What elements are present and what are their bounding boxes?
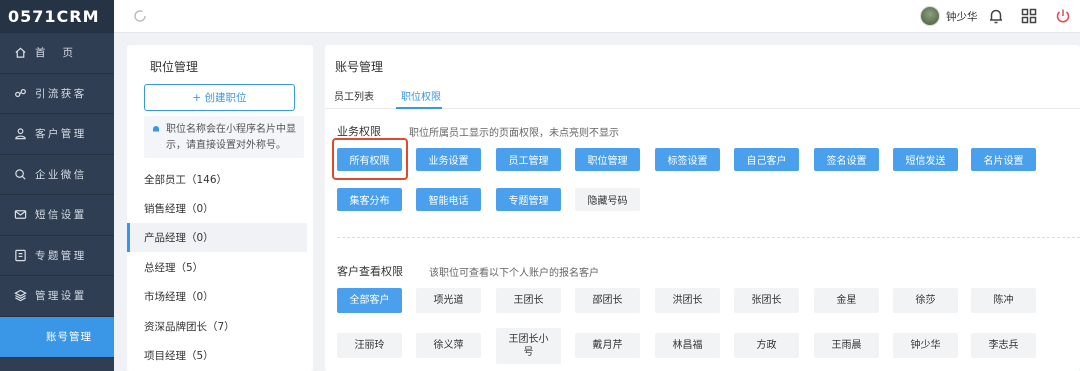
position-item[interactable]: 市场经理（0） xyxy=(127,282,313,311)
customer-scope-user[interactable]: 徐义萍 xyxy=(416,333,481,358)
sidebar-item-home[interactable]: 首页 xyxy=(0,33,114,74)
customer-scope-user[interactable]: 汪丽玲 xyxy=(337,333,402,358)
sidebar-item-label: 企业微信 xyxy=(35,168,87,181)
permission-topic-management[interactable]: 专题管理 xyxy=(496,188,561,211)
customer-view-title: 客户查看权限 xyxy=(337,265,403,278)
position-item[interactable]: 全部员工（146） xyxy=(127,165,313,194)
bell-icon[interactable] xyxy=(987,7,1005,25)
permission-lead-distribution[interactable]: 集客分布 xyxy=(337,188,402,211)
customer-scope-all[interactable]: 全部客户 xyxy=(337,288,402,313)
grid-icon[interactable] xyxy=(1020,7,1038,25)
notice-box: 职位名称会在小程序名片中显示，请直接设置对外称号。 xyxy=(144,116,304,158)
user-name: 钟少华 xyxy=(946,10,978,23)
permission-hide-number[interactable]: 隐藏号码 xyxy=(575,188,640,211)
mail-icon xyxy=(13,208,27,222)
layers-icon xyxy=(13,289,27,303)
permission-card-settings[interactable]: 名片设置 xyxy=(971,148,1036,171)
sidebar-item-label: 首页 xyxy=(35,47,90,60)
tab-position-permissions[interactable]: 职位权限 xyxy=(401,88,441,103)
position-item[interactable]: 产品经理（0） xyxy=(127,223,307,252)
sidebar-item-label: 专题管理 xyxy=(35,249,87,262)
permission-business-settings[interactable]: 业务设置 xyxy=(416,148,481,171)
topic-icon xyxy=(13,248,27,262)
customer-scope-user[interactable]: 方政 xyxy=(734,333,799,358)
customer-scope-user[interactable]: 徐莎 xyxy=(893,288,958,313)
wechat-icon xyxy=(13,167,27,181)
customer-icon xyxy=(13,127,27,141)
customer-scope-user[interactable]: 邵团长 xyxy=(575,288,640,313)
permission-all[interactable]: 所有权限 xyxy=(337,148,402,171)
customer-scope-user[interactable]: 李志兵 xyxy=(971,333,1036,358)
customer-scope-user[interactable]: 王团长小号 xyxy=(496,328,561,364)
permission-sms-send[interactable]: 短信发送 xyxy=(893,148,958,171)
customer-scope-user[interactable]: 金星 xyxy=(814,288,879,313)
sidebar-item-customers[interactable]: 客户管理 xyxy=(0,114,114,155)
tab-staff-list[interactable]: 员工列表 xyxy=(334,88,374,103)
customer-scope-user[interactable]: 钟少华 xyxy=(893,333,958,358)
page-title: 账号管理 xyxy=(335,60,384,74)
account-management-panel: 账号管理 员工列表 职位权限 业务权限 职位所属员工显示的页面权限，未点亮则不显… xyxy=(325,45,1080,371)
notice-text: 职位名称会在小程序名片中显示，请直接设置对外称号。 xyxy=(166,124,296,151)
permission-tag-settings[interactable]: 标签设置 xyxy=(655,148,720,171)
avatar xyxy=(920,6,940,26)
position-item[interactable]: 总经理（5） xyxy=(127,253,313,282)
home-icon xyxy=(13,46,27,60)
customer-scope-user[interactable]: 王雨晨 xyxy=(814,333,879,358)
business-permissions-title: 业务权限 xyxy=(337,125,381,138)
sidebar-item-label: 短信设置 xyxy=(35,209,87,222)
power-icon[interactable] xyxy=(1054,7,1072,25)
traffic-icon xyxy=(13,86,27,100)
customer-scope-user[interactable]: 张团长 xyxy=(734,288,799,313)
sidebar-item-wechat[interactable]: 企业微信 xyxy=(0,155,114,195)
customer-scope-user[interactable]: 林昌福 xyxy=(655,333,720,358)
position-item[interactable]: 项目经理（5） xyxy=(127,341,313,370)
position-item[interactable]: 销售经理（0） xyxy=(127,194,313,223)
sidebar-item-admin[interactable]: 管理设置 xyxy=(0,276,114,317)
sidebar-item-label: 引流获客 xyxy=(35,87,87,100)
sidebar-item-topics[interactable]: 专题管理 xyxy=(0,236,114,276)
customer-scope-user[interactable]: 戴月芹 xyxy=(575,333,640,358)
customer-scope-user[interactable]: 项光道 xyxy=(416,288,481,313)
customer-scope-user[interactable]: 王团长 xyxy=(496,288,561,313)
panel-title: 职位管理 xyxy=(150,60,199,74)
topbar: 钟少华 xyxy=(114,0,1080,33)
business-permissions-desc: 职位所属员工显示的页面权限，未点亮则不显示 xyxy=(409,128,619,139)
section-divider xyxy=(337,237,1080,238)
permission-staff-management[interactable]: 员工管理 xyxy=(496,148,561,171)
permission-position-management[interactable]: 职位管理 xyxy=(575,148,640,171)
position-panel: 职位管理 + 创建职位 职位名称会在小程序名片中显示，请直接设置对外称号。 全部… xyxy=(127,45,313,371)
user-menu[interactable]: 钟少华 xyxy=(920,6,978,26)
sidebar: 0571CRM 首页 引流获客 客户管理 企业微信 短信设置 专题管理 管理设置… xyxy=(0,0,114,371)
sidebar-subitem-accounts[interactable]: 账号管理 xyxy=(0,316,114,358)
refresh-icon[interactable] xyxy=(132,8,148,24)
tab-ink-bar xyxy=(396,107,442,109)
sidebar-item-traffic[interactable]: 引流获客 xyxy=(0,74,114,114)
app-logo: 0571CRM xyxy=(0,0,114,33)
customer-scope-user[interactable]: 陈冲 xyxy=(971,288,1036,313)
bell-icon xyxy=(151,124,161,134)
customer-scope-user[interactable]: 洪团长 xyxy=(655,288,720,313)
customer-view-desc: 该职位可查看以下个人账户的报名客户 xyxy=(429,268,599,279)
sidebar-item-sms[interactable]: 短信设置 xyxy=(0,195,114,236)
create-position-button[interactable]: + 创建职位 xyxy=(144,84,295,111)
position-item[interactable]: 资深品牌团长（7） xyxy=(127,312,313,341)
permission-smart-phone[interactable]: 智能电话 xyxy=(416,188,481,211)
tab-bar: 员工列表 职位权限 xyxy=(325,85,1080,109)
permission-own-customers[interactable]: 自己客户 xyxy=(734,148,799,171)
sidebar-item-label: 客户管理 xyxy=(35,128,87,141)
permission-signature-settings[interactable]: 签名设置 xyxy=(814,148,879,171)
sidebar-item-label: 管理设置 xyxy=(35,290,87,303)
